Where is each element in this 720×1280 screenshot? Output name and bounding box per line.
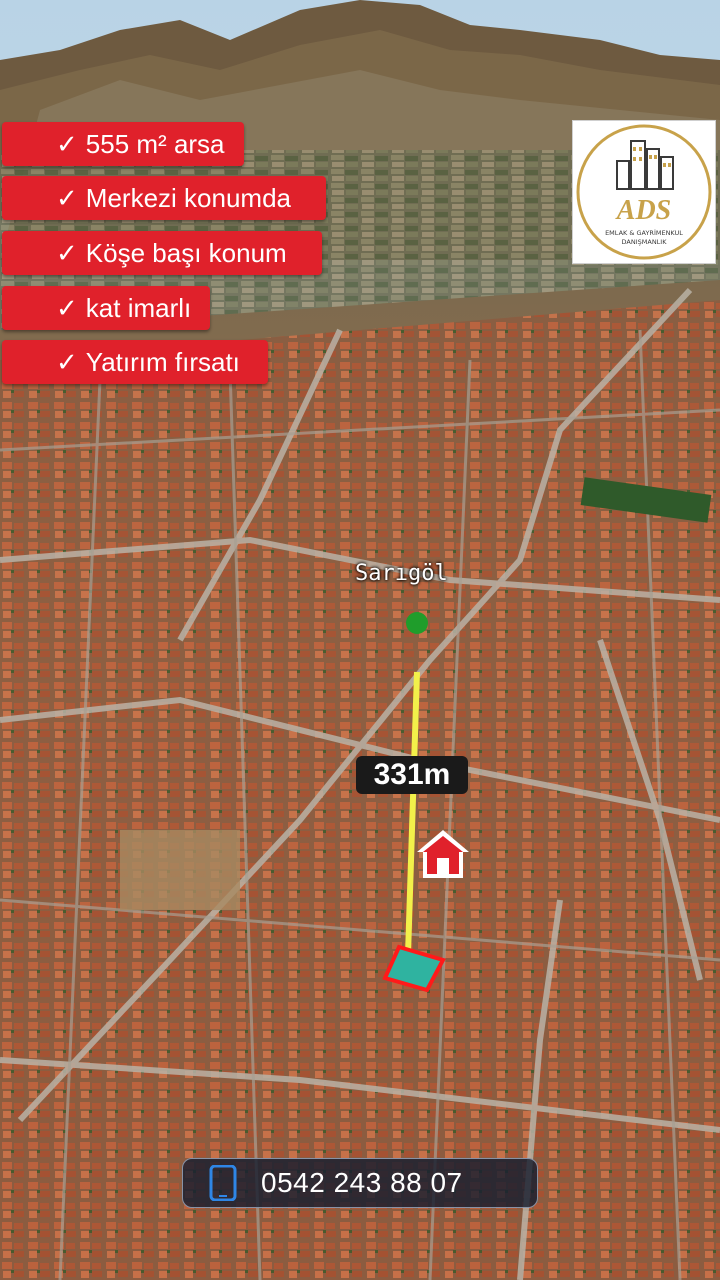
feature-tag-1: ✓ 555 m² arsa [2, 122, 244, 166]
feature-tag-3: ✓ Köşe başı konum [2, 231, 322, 275]
feature-tag-4: ✓ kat imarlı [2, 286, 210, 330]
place-label: Sarıgöl [355, 561, 448, 586]
logo-tagline-2: DANIŞMANLIK [622, 238, 668, 246]
phone-icon [209, 1165, 237, 1201]
location-dot-icon [406, 612, 428, 634]
check-icon: ✓ [56, 129, 78, 159]
phone-number[interactable]: 0542 243 88 07 [261, 1159, 463, 1207]
check-icon: ✓ [56, 293, 78, 323]
logo-tagline-1: EMLAK & GAYRİMENKUL [605, 228, 683, 237]
check-icon: ✓ [56, 183, 78, 213]
check-icon: ✓ [56, 347, 78, 377]
feature-tag-2: ✓ Merkezi konumda [2, 176, 326, 220]
feature-tag-5: ✓ Yatırım fırsatı [2, 340, 268, 384]
check-icon: ✓ [56, 238, 78, 268]
logo-brand: ADS [615, 195, 671, 226]
phone-bar[interactable]: 0542 243 88 07 [182, 1158, 538, 1208]
brand-logo: ADS EMLAK & GAYRİMENKUL DANIŞMANLIK [572, 120, 716, 264]
distance-label: 331m [356, 756, 468, 794]
